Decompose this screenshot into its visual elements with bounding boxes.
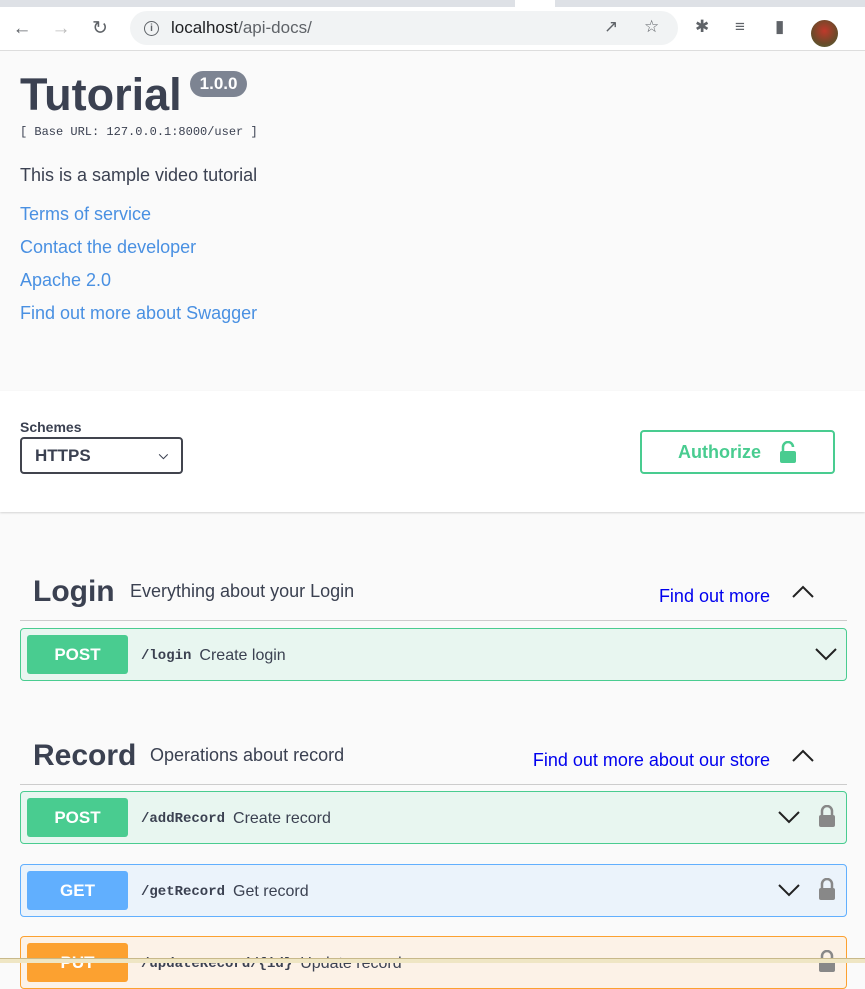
operation-post-addrecord[interactable]: POST /addRecord Create record bbox=[20, 791, 847, 844]
back-icon[interactable]: ← bbox=[8, 15, 36, 43]
url-text: localhost/api-docs/ bbox=[171, 18, 312, 38]
unlock-icon bbox=[780, 441, 796, 463]
chevron-down-icon: ⌵ bbox=[158, 448, 168, 462]
api-info: Tutorial 1.0.0 [ Base URL: 127.0.0.1:8000… bbox=[0, 51, 865, 324]
info-icon[interactable]: i bbox=[144, 20, 159, 36]
schemes-value: HTTPS bbox=[35, 445, 91, 465]
schemes-label: Schemes bbox=[20, 419, 82, 435]
tag-link[interactable]: Find out more bbox=[659, 586, 770, 607]
tag-description: Operations about record bbox=[150, 745, 345, 765]
tag-name: Login bbox=[33, 575, 115, 608]
contact-link[interactable]: Contact the developer bbox=[20, 237, 845, 258]
active-tab[interactable] bbox=[515, 0, 555, 7]
operation-get-getrecord[interactable]: GET /getRecord Get record bbox=[20, 864, 847, 917]
browser-toolbar: ← → ↻ i localhost/api-docs/ ↗ ☆ ✱ ≡ ▮ ⋮ bbox=[0, 7, 865, 51]
tag-login[interactable]: Login Everything about your Login Find o… bbox=[20, 555, 847, 621]
operation-summary: Get record bbox=[233, 883, 309, 900]
chevron-down-icon[interactable] bbox=[777, 804, 801, 835]
operation-path: /addRecord bbox=[141, 811, 226, 827]
tag-link[interactable]: Find out more about our store bbox=[533, 750, 770, 771]
base-url: [ Base URL: 127.0.0.1:8000/user ] bbox=[20, 125, 258, 139]
chevron-up-icon[interactable] bbox=[791, 583, 815, 604]
url-path: /api-docs/ bbox=[238, 18, 312, 37]
license-link[interactable]: Apache 2.0 bbox=[20, 270, 845, 291]
authorize-button[interactable]: Authorize bbox=[640, 430, 835, 474]
reload-icon[interactable]: ↻ bbox=[86, 15, 114, 43]
forward-icon[interactable]: → bbox=[47, 15, 75, 43]
media-icon[interactable]: ≡ bbox=[735, 17, 745, 37]
operation-post-login[interactable]: POST /login Create login bbox=[20, 628, 847, 681]
authorize-label: Authorize bbox=[678, 441, 761, 462]
lock-icon[interactable] bbox=[818, 804, 836, 832]
tab-strip bbox=[0, 0, 865, 7]
share-icon[interactable]: ↗ bbox=[604, 17, 618, 37]
operation-path: /getRecord bbox=[141, 884, 226, 900]
method-badge: GET bbox=[27, 871, 128, 910]
chevron-up-icon[interactable] bbox=[791, 747, 815, 768]
external-docs-link[interactable]: Find out more about Swagger bbox=[20, 303, 845, 324]
url-host: localhost bbox=[171, 18, 239, 37]
operation-path: /login bbox=[141, 648, 192, 664]
api-description: This is a sample video tutorial bbox=[20, 165, 258, 185]
chevron-down-icon[interactable] bbox=[814, 641, 838, 672]
schemes-section: Schemes HTTPS ⌵ Authorize bbox=[0, 391, 865, 512]
tag-name: Record bbox=[33, 739, 137, 772]
page-title: Tutorial 1.0.0 bbox=[20, 69, 845, 121]
menu-icon[interactable]: ⋮ bbox=[858, 17, 865, 37]
chevron-down-icon[interactable] bbox=[777, 877, 801, 908]
avatar[interactable] bbox=[811, 20, 838, 47]
download-bar bbox=[0, 958, 865, 963]
terms-link[interactable]: Terms of service bbox=[20, 204, 845, 225]
method-badge: POST bbox=[27, 635, 128, 674]
method-badge: POST bbox=[27, 798, 128, 837]
schemes-select[interactable]: HTTPS ⌵ bbox=[20, 437, 183, 474]
extensions-icon[interactable]: ✱ bbox=[695, 17, 709, 37]
tag-description: Everything about your Login bbox=[130, 581, 355, 601]
address-bar[interactable]: i localhost/api-docs/ ↗ ☆ bbox=[130, 11, 678, 45]
title-text: Tutorial bbox=[20, 69, 182, 120]
operation-summary: Create login bbox=[199, 647, 286, 664]
side-panel-icon[interactable]: ▮ bbox=[775, 17, 784, 37]
operation-summary: Create record bbox=[233, 810, 331, 827]
lock-icon[interactable] bbox=[818, 949, 836, 977]
star-icon[interactable]: ☆ bbox=[644, 17, 659, 37]
version-badge: 1.0.0 bbox=[189, 71, 248, 97]
lock-icon[interactable] bbox=[818, 877, 836, 905]
tag-record[interactable]: Record Operations about record Find out … bbox=[20, 719, 847, 785]
